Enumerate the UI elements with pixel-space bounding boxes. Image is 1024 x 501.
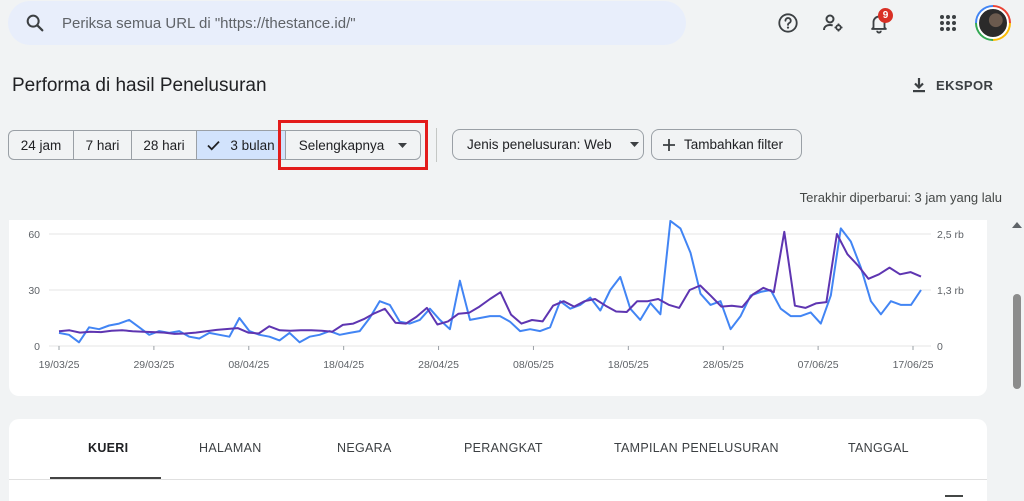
performance-chart: 0 30 60 0 1,3 rb 2,5 rb 19/03/25 29/03/25 08/04/…	[28, 219, 964, 371]
top-bar: Periksa semua URL di "https://thestance.…	[0, 0, 1024, 48]
search-icon	[26, 14, 44, 32]
x-axis-tick-label: 28/04/25	[418, 359, 459, 371]
x-axis-tick-label: 18/05/25	[608, 359, 649, 371]
export-label: EKSPOR	[936, 77, 994, 93]
right-axis-tick-label: 0	[937, 341, 943, 353]
range-3m-button[interactable]: 3 bulan	[196, 130, 286, 160]
tab-queries[interactable]: KUERI	[88, 441, 128, 455]
search-type-label: Jenis penelusuran: Web	[467, 137, 612, 152]
range-28d-button[interactable]: 28 hari	[131, 130, 197, 160]
left-axis-tick-label: 30	[28, 285, 40, 297]
url-inspection-search[interactable]: Periksa semua URL di "https://thestance.…	[8, 1, 686, 45]
page-title: Performa di hasil Penelusuran	[12, 75, 267, 96]
last-updated-text: Terakhir diperbarui: 3 jam yang lalu	[799, 190, 1002, 205]
tabs-divider	[9, 479, 987, 480]
annotation-highlight-box	[278, 120, 428, 170]
tab-pages[interactable]: HALAMAN	[199, 441, 262, 455]
range-24h-button[interactable]: 24 jam	[8, 130, 74, 160]
x-axis-tick-label: 08/04/25	[228, 359, 269, 371]
left-axis-tick-label: 0	[34, 341, 40, 353]
x-axis-tick-label: 18/04/25	[323, 359, 364, 371]
x-axis-tick-label: 17/06/25	[893, 359, 934, 371]
search-type-filter[interactable]: Jenis penelusuran: Web	[452, 129, 644, 160]
dropdown-arrow-icon	[629, 142, 639, 147]
filter-rows-icon[interactable]	[945, 495, 963, 500]
scroll-up-arrow-icon[interactable]	[1012, 222, 1022, 228]
dimension-tabs-card: KUERI HALAMAN NEGARA PERANGKAT TAMPILAN …	[9, 419, 987, 501]
left-axis-tick-label: 60	[28, 229, 40, 241]
performance-chart-card: 0 30 60 0 1,3 rb 2,5 rb 19/03/25 29/03/25 08/04/…	[9, 219, 987, 396]
tab-search-appearance[interactable]: TAMPILAN PENELUSURAN	[614, 441, 779, 455]
user-settings-icon[interactable]	[820, 10, 846, 36]
scrollbar-thumb[interactable]	[1013, 294, 1021, 389]
check-icon	[207, 140, 220, 150]
account-avatar[interactable]	[975, 5, 1011, 41]
add-filter-button[interactable]: Tambahkan filter	[651, 129, 802, 160]
tab-devices[interactable]: PERANGKAT	[464, 441, 543, 455]
x-axis-tick-label: 19/03/25	[39, 359, 80, 371]
x-axis-tick-label: 08/05/25	[513, 359, 554, 371]
help-icon[interactable]	[775, 10, 801, 36]
range-3m-label: 3 bulan	[230, 137, 275, 153]
apps-grid-icon[interactable]	[935, 10, 961, 36]
download-icon	[913, 78, 925, 93]
right-axis-tick-label: 2,5 rb	[937, 229, 964, 241]
tab-countries[interactable]: NEGARA	[337, 441, 392, 455]
export-button[interactable]: EKSPOR	[912, 74, 993, 96]
right-axis-tick-label: 1,3 rb	[937, 285, 964, 297]
range-7d-button[interactable]: 7 hari	[73, 130, 132, 160]
search-input[interactable]: Periksa semua URL di "https://thestance.…	[62, 15, 356, 32]
notification-count-badge: 9	[878, 8, 893, 23]
x-axis-tick-label: 29/03/25	[133, 359, 174, 371]
plus-icon	[663, 138, 675, 151]
series-line-purple	[58, 230, 922, 335]
filter-divider	[436, 128, 437, 162]
add-filter-label: Tambahkan filter	[684, 137, 784, 152]
x-axis-tick-label: 28/05/25	[703, 359, 744, 371]
tab-dates[interactable]: TANGGAL	[848, 441, 909, 455]
x-axis-tick-label: 07/06/25	[798, 359, 839, 371]
